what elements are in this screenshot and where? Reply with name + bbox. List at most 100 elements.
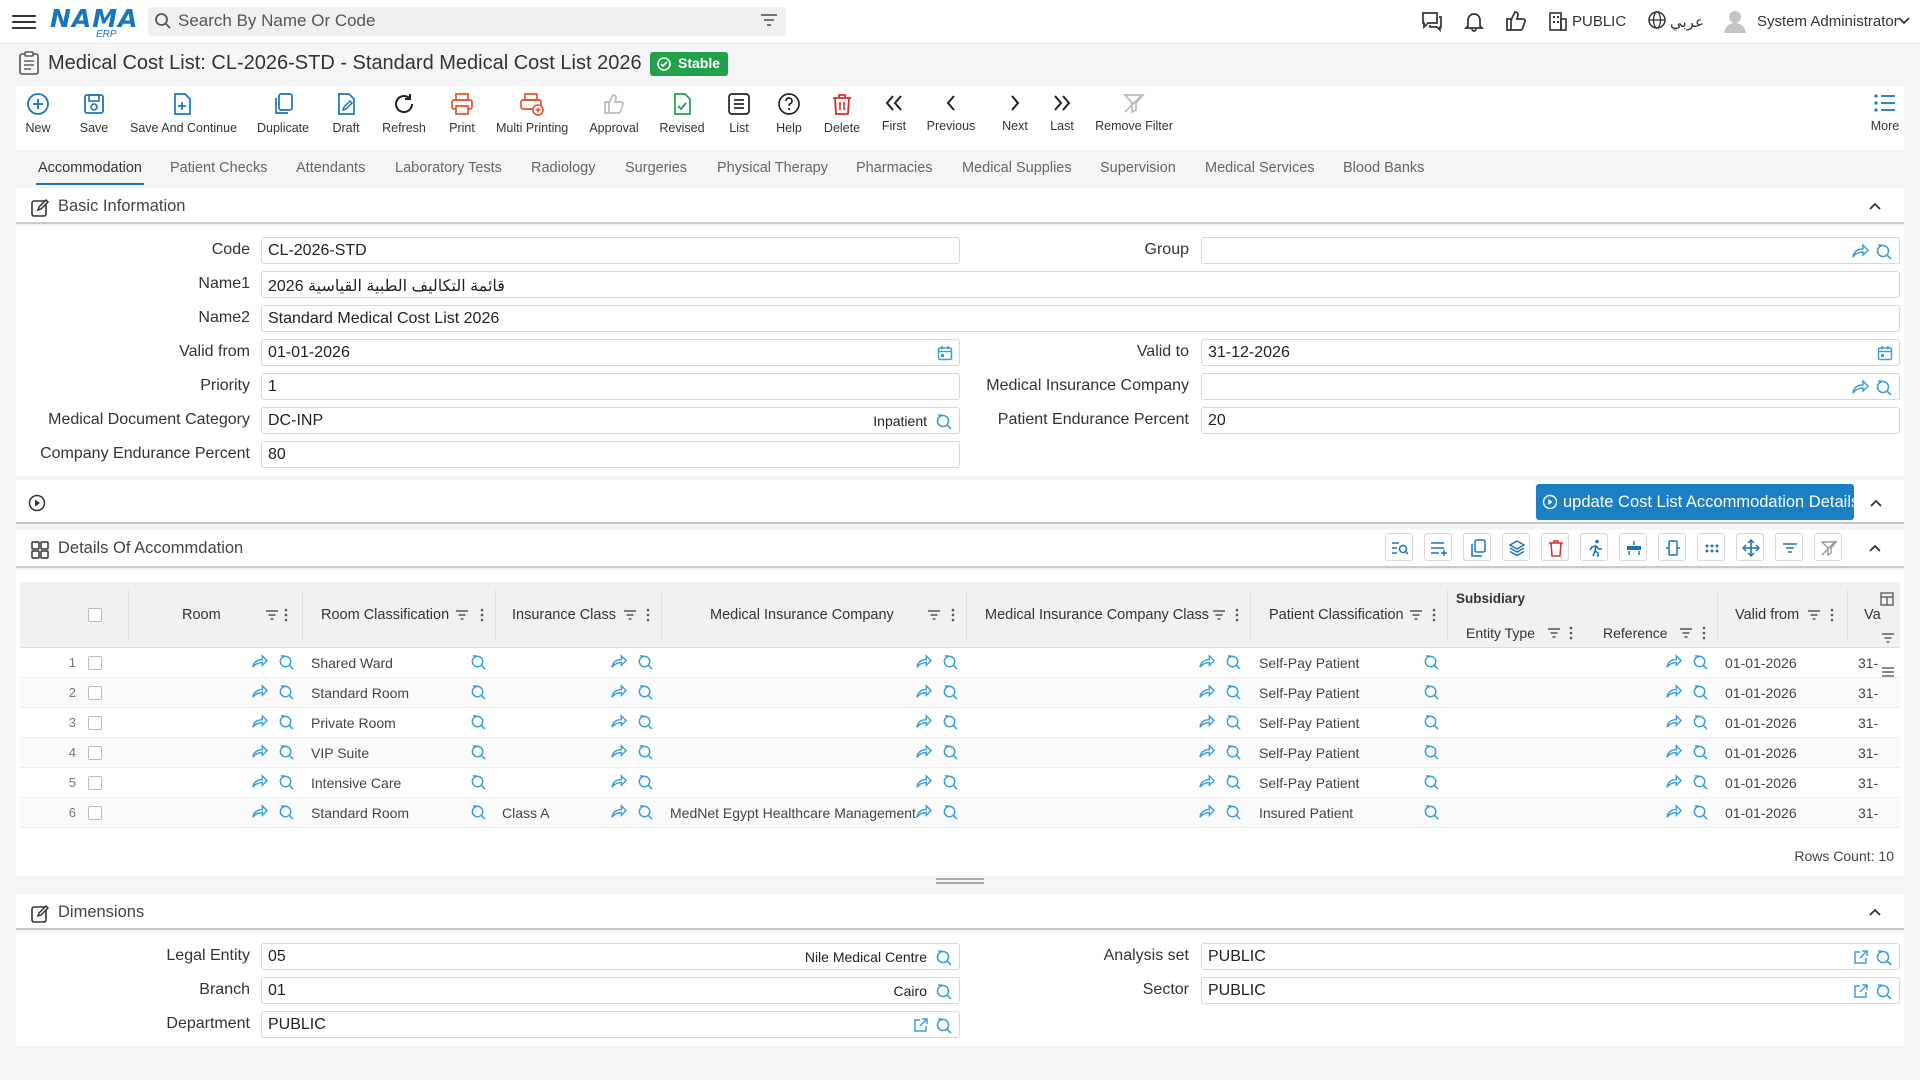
forward-link-icon[interactable]	[251, 684, 268, 701]
row-checkbox[interactable]	[88, 806, 102, 820]
tab-pharmacies[interactable]: Pharmacies	[856, 160, 933, 176]
insurance-company-field[interactable]	[1201, 373, 1900, 400]
doc-category-field[interactable]: DC-INP Inpatient	[261, 407, 960, 434]
calendar-icon[interactable]	[1877, 345, 1893, 361]
forward-link-icon[interactable]	[610, 684, 627, 701]
forward-link-icon[interactable]	[1665, 714, 1682, 731]
lookup-search-icon[interactable]	[935, 983, 953, 1001]
avatar[interactable]	[1722, 8, 1748, 34]
lookup-search-icon[interactable]	[1423, 714, 1440, 731]
tab-patient-checks[interactable]: Patient Checks	[170, 160, 268, 176]
row-checkbox[interactable]	[88, 776, 102, 790]
tab-attendants[interactable]: Attendants	[296, 160, 365, 176]
group-field[interactable]	[1201, 237, 1900, 264]
cell-room-classification[interactable]: VIP Suite	[311, 745, 369, 761]
lookup-search-icon[interactable]	[1692, 804, 1709, 821]
lookup-search-icon[interactable]	[470, 804, 487, 821]
cell-valid-from[interactable]: 01-01-2026	[1725, 655, 1797, 671]
forward-link-icon[interactable]	[251, 744, 268, 761]
grid-run-button[interactable]	[1580, 533, 1608, 561]
lookup-search-icon[interactable]	[942, 744, 959, 761]
tab-medical-services[interactable]: Medical Services	[1205, 160, 1315, 176]
tab-laboratory-tests[interactable]: Laboratory Tests	[395, 160, 502, 176]
menu-icon[interactable]	[12, 11, 36, 33]
help-button[interactable]: Help	[774, 92, 804, 148]
lookup-search-icon[interactable]	[1875, 949, 1893, 967]
duplicate-button[interactable]: Duplicate	[257, 92, 309, 148]
company-endurance-field[interactable]: 80	[261, 441, 960, 468]
cell-valid-to[interactable]: 31-	[1858, 775, 1878, 791]
chevron-up-icon[interactable]	[1869, 498, 1883, 508]
lookup-search-icon[interactable]	[278, 744, 295, 761]
previous-button[interactable]: Previous	[926, 92, 976, 148]
cell-patient-classification[interactable]: Self-Pay Patient	[1259, 775, 1359, 791]
lookup-search-icon[interactable]	[1692, 654, 1709, 671]
column-menu-icon[interactable]	[480, 608, 484, 622]
column-filter-icon[interactable]	[927, 609, 941, 621]
cell-valid-from[interactable]: 01-01-2026	[1725, 805, 1797, 821]
column-menu-icon[interactable]	[1235, 608, 1239, 622]
grid-layers-button[interactable]	[1502, 533, 1530, 561]
columns-panel-icon[interactable]	[1880, 592, 1894, 606]
forward-link-icon[interactable]	[915, 774, 932, 791]
column-header-entity-type[interactable]: Entity Type	[1466, 625, 1535, 641]
column-header-insurance-class[interactable]: Insurance Class	[512, 607, 616, 623]
forward-link-icon[interactable]	[1198, 744, 1215, 761]
print-button[interactable]: Print	[446, 92, 478, 148]
cell-room-classification[interactable]: Shared Ward	[311, 655, 393, 671]
column-menu-icon[interactable]	[1702, 626, 1706, 640]
grid-add-row-button[interactable]	[1424, 533, 1452, 561]
column-menu-icon[interactable]	[1569, 626, 1573, 640]
patient-endurance-field[interactable]: 20	[1201, 407, 1900, 434]
forward-link-icon[interactable]	[610, 804, 627, 821]
lookup-search-icon[interactable]	[637, 654, 654, 671]
column-header-room-classification[interactable]: Room Classification	[321, 607, 449, 623]
forward-link-icon[interactable]	[915, 804, 932, 821]
multi-printing-button[interactable]: Multi Printing	[496, 92, 568, 148]
row-checkbox[interactable]	[88, 656, 102, 670]
lookup-search-icon[interactable]	[1875, 243, 1893, 261]
table-row[interactable]: 1 Shared Ward Self-Pay Patient 01-01-2026 31…	[20, 648, 1900, 678]
forward-link-icon[interactable]	[610, 774, 627, 791]
forward-link-icon[interactable]	[915, 654, 932, 671]
column-filter-icon[interactable]	[265, 609, 279, 621]
cell-patient-classification[interactable]: Self-Pay Patient	[1259, 685, 1359, 701]
lookup-search-icon[interactable]	[637, 774, 654, 791]
thumbs-up-icon[interactable]	[1505, 10, 1527, 32]
forward-link-icon[interactable]	[1198, 804, 1215, 821]
lookup-search-icon[interactable]	[1692, 714, 1709, 731]
play-circle-icon[interactable]	[28, 494, 46, 512]
company-selector[interactable]: PUBLIC	[1572, 13, 1626, 30]
globe-icon[interactable]	[1647, 10, 1667, 30]
priority-field[interactable]: 1	[261, 373, 960, 400]
column-header-patient-classification[interactable]: Patient Classification	[1269, 607, 1404, 623]
first-button[interactable]: First	[880, 92, 908, 148]
branch-field[interactable]: 01 Cairo	[261, 977, 960, 1004]
column-filter-icon[interactable]	[1807, 609, 1821, 621]
forward-link-icon[interactable]	[1198, 654, 1215, 671]
forward-link-icon[interactable]	[251, 654, 268, 671]
external-link-icon[interactable]	[913, 1017, 929, 1033]
update-cost-list-button[interactable]: update Cost List Accommodation Details	[1536, 484, 1859, 520]
column-header-valid-from[interactable]: Valid from	[1735, 607, 1799, 623]
forward-link-icon[interactable]	[251, 714, 268, 731]
cell-room-classification[interactable]: Standard Room	[311, 685, 409, 701]
column-menu-icon[interactable]	[1432, 608, 1436, 622]
row-checkbox[interactable]	[88, 746, 102, 760]
lookup-search-icon[interactable]	[1423, 774, 1440, 791]
lookup-search-icon[interactable]	[470, 654, 487, 671]
chevron-up-icon[interactable]	[1868, 543, 1882, 553]
delete-button[interactable]: Delete	[822, 92, 862, 148]
cell-insurance-class[interactable]: Class A	[502, 805, 549, 821]
cell-patient-classification[interactable]: Insured Patient	[1259, 805, 1353, 821]
column-header-insurance-company-class[interactable]: Medical Insurance Company Class	[985, 607, 1209, 623]
sector-field[interactable]: PUBLIC	[1201, 977, 1900, 1004]
row-checkbox[interactable]	[88, 686, 102, 700]
forward-link-icon[interactable]	[610, 714, 627, 731]
lookup-search-icon[interactable]	[942, 714, 959, 731]
lookup-search-icon[interactable]	[942, 654, 959, 671]
column-menu-icon[interactable]	[1830, 608, 1834, 622]
forward-link-icon[interactable]	[1198, 774, 1215, 791]
tab-radiology[interactable]: Radiology	[531, 160, 596, 176]
column-filter-icon[interactable]	[1547, 627, 1561, 639]
